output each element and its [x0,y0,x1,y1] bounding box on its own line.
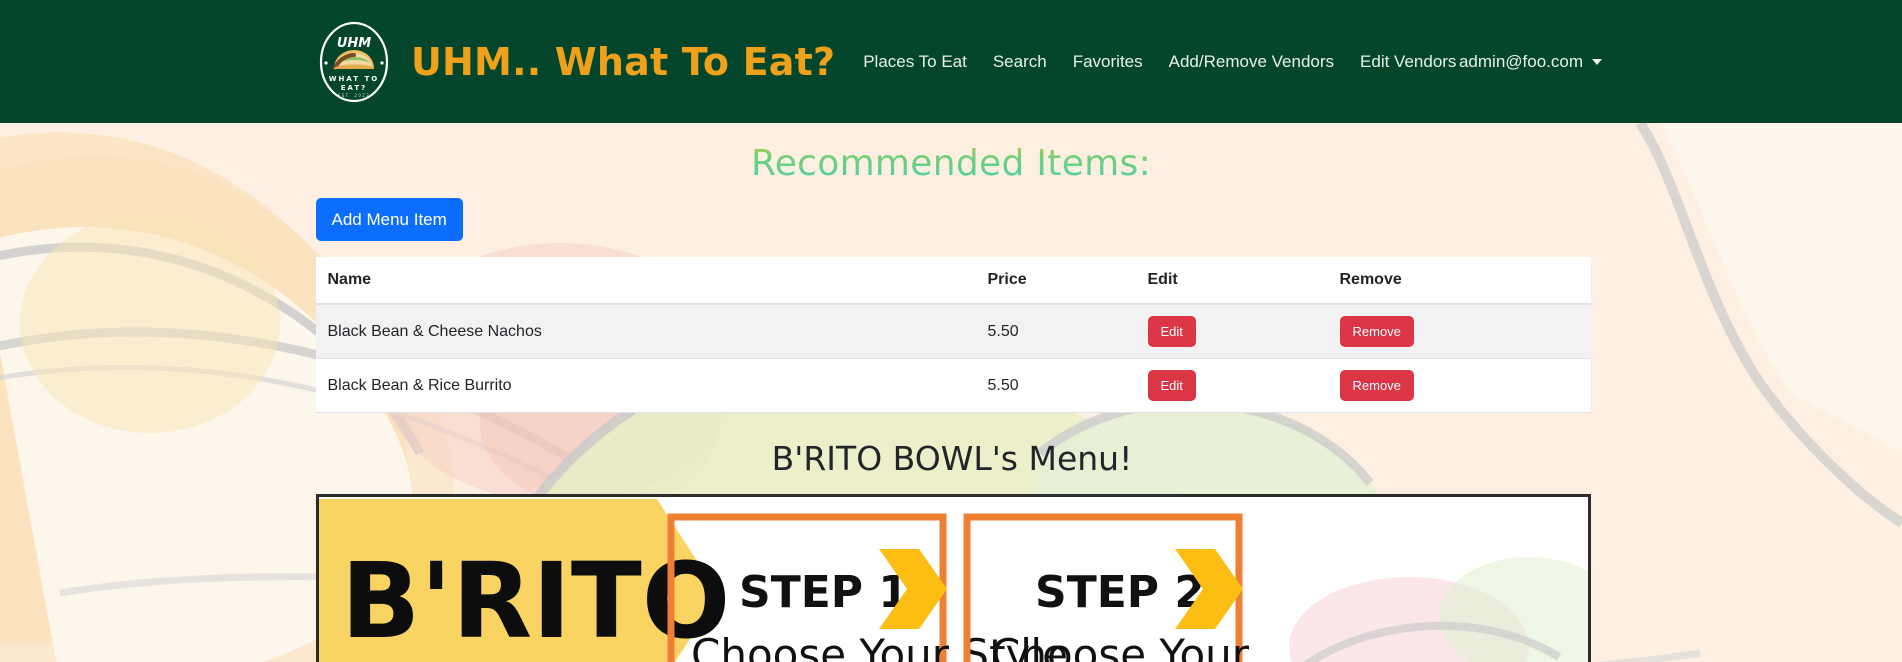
remove-button[interactable]: Remove [1339,370,1414,401]
svg-text:UHM: UHM [337,36,371,51]
menu-panel: Add Menu Item Name Price Edit Remove Bla… [314,184,1591,662]
cell-price: 5.50 [975,358,1136,413]
remove-button[interactable]: Remove [1339,316,1414,347]
column-header-edit: Edit [1135,257,1328,305]
brand-wrap[interactable]: UHM WHAT TO EAT? EST. 2022 UHM.. What To… [313,21,835,103]
menu-graphic: B'RITO STEP 1 Choose Your Style STEP 2 C… [318,497,1588,662]
step-2-subtitle: Choose Your [991,630,1250,662]
edit-button[interactable]: Edit [1147,370,1196,401]
chevron-down-icon [1592,58,1602,65]
nav-link-add-remove-vendors[interactable]: Add/Remove Vendors [1169,52,1334,72]
column-header-remove: Remove [1327,257,1591,305]
nav-links: Places To Eat Search Favorites Add/Remov… [863,52,1456,72]
svg-text:EST. 2022: EST. 2022 [338,93,370,98]
step-2-title: STEP 2 [1035,567,1205,618]
vendor-menu-heading: B'RITO BOWL's Menu! [771,439,1133,478]
table-row: Black Bean & Cheese Nachos 5.50 Edit Rem… [315,304,1591,359]
site-logo[interactable]: UHM WHAT TO EAT? EST. 2022 [313,21,395,103]
main-content: Recommended Items: Add Menu Item Name Pr… [0,123,1902,662]
cell-price: 5.50 [975,304,1136,359]
table-body: Black Bean & Cheese Nachos 5.50 Edit Rem… [315,304,1591,413]
table-head: Name Price Edit Remove [315,257,1591,305]
cell-name: Black Bean & Cheese Nachos [315,304,976,359]
navbar: UHM WHAT TO EAT? EST. 2022 UHM.. What To… [0,0,1902,123]
cell-edit: Edit [1135,304,1328,359]
account-dropdown[interactable]: admin@foo.com [1459,52,1602,72]
cell-name: Black Bean & Rice Burrito [315,358,976,413]
brand-title[interactable]: UHM.. What To Eat? [411,40,835,84]
cell-remove: Remove [1327,304,1591,359]
menu-items-table: Name Price Edit Remove Black Bean & Chee… [315,257,1591,413]
column-header-price: Price [975,257,1136,305]
account-email-label: admin@foo.com [1458,51,1583,71]
nav-link-edit-vendors[interactable]: Edit Vendors [1360,52,1456,72]
cell-remove: Remove [1327,358,1591,413]
cell-edit: Edit [1135,358,1328,413]
vendor-menu-image: B'RITO STEP 1 Choose Your Style STEP 2 C… [315,494,1591,662]
taco-icon [333,49,374,70]
table-header-row: Name Price Edit Remove [315,257,1591,305]
step-1-title: STEP 1 [739,567,909,618]
svg-text:EAT?: EAT? [341,84,368,92]
nav-link-favorites[interactable]: Favorites [1073,52,1143,72]
edit-button[interactable]: Edit [1147,316,1196,347]
logo-badge-icon: UHM WHAT TO EAT? EST. 2022 [319,21,389,102]
nav-link-places-to-eat[interactable]: Places To Eat [863,52,967,72]
column-header-name: Name [315,257,976,305]
add-menu-item-button[interactable]: Add Menu Item [315,198,463,241]
page-title: Recommended Items: [0,123,1902,184]
nav-link-search[interactable]: Search [993,52,1047,72]
svg-text:WHAT TO: WHAT TO [329,75,379,83]
page-root: UHM WHAT TO EAT? EST. 2022 UHM.. What To… [0,0,1902,662]
table-row: Black Bean & Rice Burrito 5.50 Edit Remo… [315,358,1591,413]
